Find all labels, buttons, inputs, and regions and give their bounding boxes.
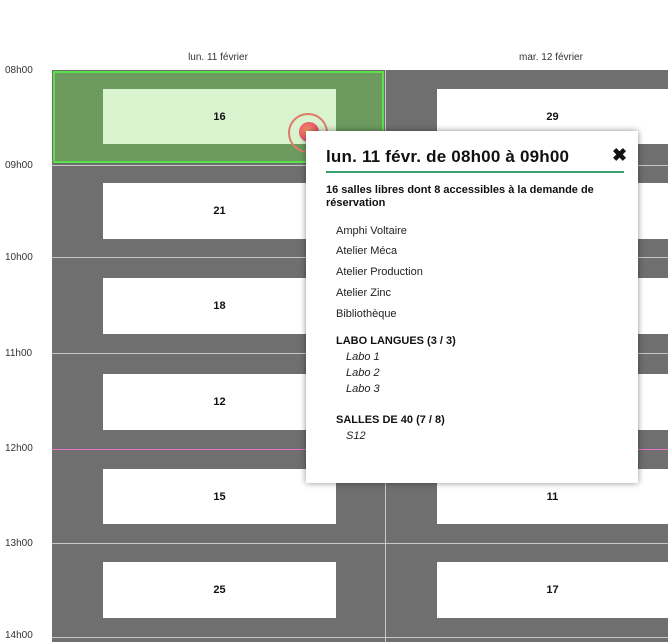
room-item: Atelier Zinc <box>336 287 392 299</box>
group-room-item: S12 <box>346 430 366 442</box>
time-label-11h00: 11h00 <box>5 348 33 359</box>
monday-slot-09h00[interactable]: 21 <box>103 183 336 239</box>
room-item: Bibliothèque <box>336 308 397 320</box>
time-label-08h00: 08h00 <box>5 65 33 76</box>
popup-summary: 16 salles libres dont 8 accessibles à la… <box>326 184 594 209</box>
monday-slot-11h00[interactable]: 12 <box>103 374 336 430</box>
group-room-item: Labo 2 <box>346 367 380 379</box>
popup-title: lun. 11 févr. de 08h00 à 09h00 <box>326 147 570 166</box>
time-label-13h00: 13h00 <box>5 538 33 549</box>
popup-title-underline <box>326 171 624 173</box>
monday-slot-10h00[interactable]: 18 <box>103 278 336 334</box>
room-group-title: SALLES DE 40 (7 / 8) <box>336 414 445 426</box>
tuesday-slot-13h00[interactable]: 17 <box>437 562 668 618</box>
monday-slot-13h00[interactable]: 25 <box>103 562 336 618</box>
group-room-item: Labo 3 <box>346 383 380 395</box>
close-icon[interactable]: ✖ <box>612 145 627 166</box>
hour-line-14h00 <box>52 637 668 638</box>
room-item: Atelier Production <box>336 266 423 278</box>
time-label-09h00: 09h00 <box>5 160 33 171</box>
hour-line-13h00 <box>52 543 668 544</box>
time-label-12h00: 12h00 <box>5 443 33 454</box>
room-group-title: LABO LANGUES (3 / 3) <box>336 335 456 347</box>
group-room-item: Labo 1 <box>346 351 380 363</box>
day-header-monday: lun. 11 février <box>188 52 248 63</box>
room-item: Atelier Méca <box>336 245 398 257</box>
day-header-tuesday: mar. 12 février <box>519 52 583 63</box>
time-label-10h00: 10h00 <box>5 252 33 263</box>
availability-popup: lun. 11 févr. de 08h00 à 09h00 ✖ 16 sall… <box>306 131 638 483</box>
room-item: Amphi Voltaire <box>336 225 407 237</box>
monday-slot-12h00[interactable]: 15 <box>103 469 336 524</box>
time-label-14h00: 14h00 <box>5 630 33 641</box>
